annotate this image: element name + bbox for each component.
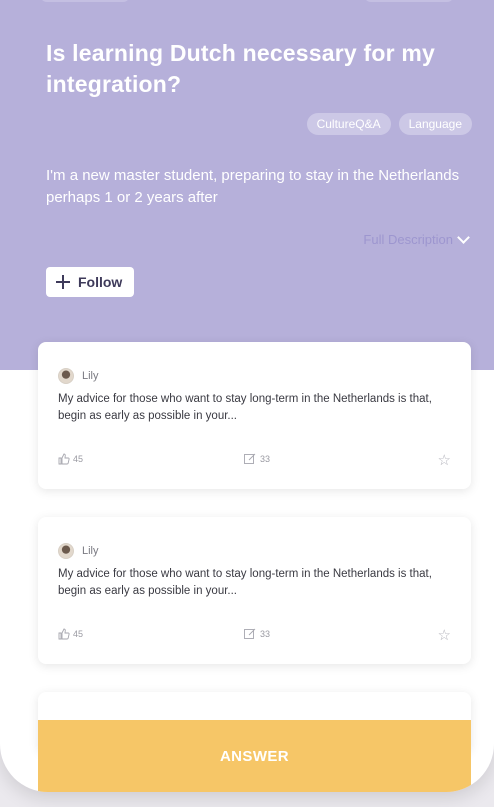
top-right-control[interactable] xyxy=(364,0,454,2)
follow-label: Follow xyxy=(78,274,123,290)
plus-icon xyxy=(56,275,70,289)
comment-icon xyxy=(244,628,256,639)
back-control[interactable] xyxy=(40,0,130,2)
answer-excerpt: My advice for those who want to stay lon… xyxy=(58,393,432,422)
answer-list: Lily My advice for those who want to sta… xyxy=(38,342,471,780)
like-button[interactable]: 45 xyxy=(58,453,83,465)
thumbs-up-icon xyxy=(58,453,70,465)
like-count: 45 xyxy=(73,454,84,464)
tag-culture-qa[interactable]: CultureQ&A xyxy=(306,113,391,135)
star-icon[interactable]: ☆ xyxy=(438,451,451,469)
chevron-down-icon xyxy=(457,231,470,244)
comment-count: 33 xyxy=(260,629,271,639)
full-description-link[interactable]: Full Description xyxy=(363,231,470,247)
question-tags: CultureQ&A Language xyxy=(306,113,472,135)
comment-count: 33 xyxy=(260,454,271,464)
avatar xyxy=(58,543,74,559)
question-title: Is learning Dutch necessary for my integ… xyxy=(46,40,435,97)
answer-button[interactable]: ANSWER xyxy=(38,720,471,792)
tag-language[interactable]: Language xyxy=(398,113,472,135)
answer-card[interactable]: Lily My advice for those who want to sta… xyxy=(38,342,471,489)
answer-author: Lily xyxy=(58,368,99,384)
phone-screen: Is learning Dutch necessary for my integ… xyxy=(0,0,494,792)
answer-card[interactable]: Lily My advice for those who want to sta… xyxy=(38,517,471,664)
question-header: Is learning Dutch necessary for my integ… xyxy=(0,0,494,370)
question-description: I'm a new master student, preparing to s… xyxy=(46,167,460,206)
avatar xyxy=(58,368,74,384)
follow-button[interactable]: Follow xyxy=(46,267,135,297)
thumbs-up-icon xyxy=(58,628,70,640)
comment-button[interactable]: 33 xyxy=(244,453,270,465)
comment-button[interactable]: 33 xyxy=(244,628,270,640)
like-count: 45 xyxy=(73,629,84,639)
answer-author: Lily xyxy=(58,543,99,559)
answer-actions: 45 33 ☆ xyxy=(58,451,451,469)
answer-actions: 45 33 ☆ xyxy=(58,626,451,644)
full-description-label: Full Description xyxy=(363,232,453,247)
like-button[interactable]: 45 xyxy=(58,628,83,640)
answer-excerpt: My advice for those who want to stay lon… xyxy=(58,568,432,597)
author-name: Lily xyxy=(82,370,99,382)
comment-icon xyxy=(244,453,256,464)
star-icon[interactable]: ☆ xyxy=(438,626,451,644)
author-name: Lily xyxy=(82,545,99,557)
